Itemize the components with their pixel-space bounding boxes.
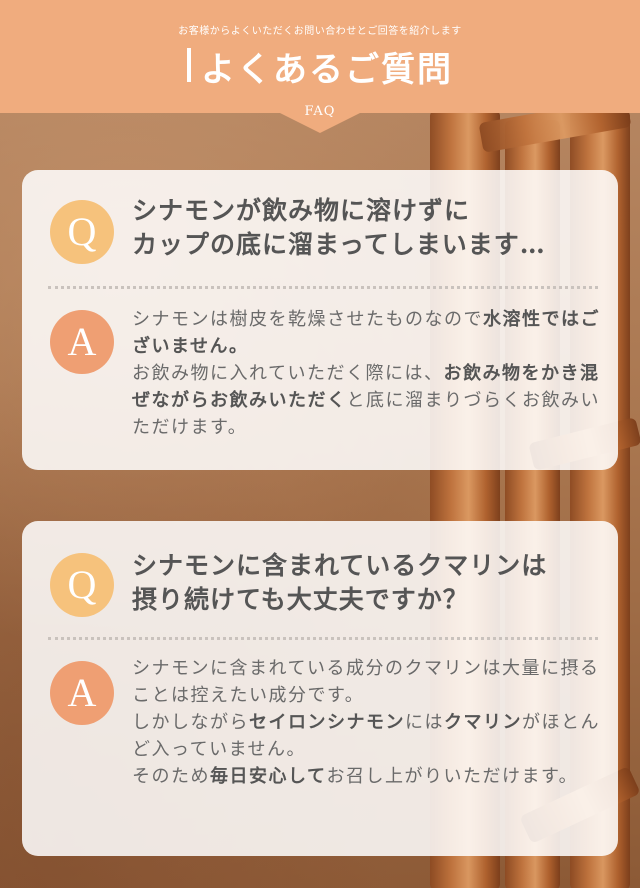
question-line: カップの底に溜まってしまいます… bbox=[132, 230, 546, 259]
answer-segment: そのため bbox=[132, 766, 210, 787]
dotted-divider bbox=[48, 286, 598, 289]
answer-mark-icon: A bbox=[50, 310, 114, 374]
answer-highlight: セイロンシナモン bbox=[249, 712, 405, 733]
answer-segment: お召し上がりいただけます。 bbox=[326, 766, 579, 787]
answer-highlight: 水溶性 bbox=[483, 309, 542, 330]
answer-segment: お飲み物に入れていただく際には、 bbox=[132, 363, 444, 384]
answer-text: シナモンは樹皮を乾燥させたものなので水溶性ではございません。 お飲み物に入れていた… bbox=[132, 306, 602, 441]
answer-segment: シナモンは樹皮を乾燥させたものなので bbox=[132, 309, 483, 330]
question-line: 摂り続けても大丈夫ですか？ bbox=[132, 585, 469, 614]
header-title-wrap: よくあるご質問 bbox=[0, 42, 640, 91]
question-line: シナモンが飲み物に溶けずに bbox=[132, 196, 471, 225]
question-text: シナモンに含まれているクマリンは 摂り続けても大丈夫ですか？ bbox=[132, 549, 602, 617]
dotted-divider bbox=[48, 637, 598, 640]
answer-highlight: 毎日安心して bbox=[210, 766, 327, 787]
faq-card-2: Q シナモンに含まれているクマリンは 摂り続けても大丈夫ですか？ A シナモンに… bbox=[22, 521, 618, 856]
answer-segment: しかしながら bbox=[132, 712, 249, 733]
answer-highlight: クマリン bbox=[444, 712, 522, 733]
page-title-text: よくあるご質問 bbox=[201, 50, 453, 90]
question-mark-icon: Q bbox=[50, 553, 114, 617]
title-accent-bar bbox=[187, 48, 191, 82]
question-mark-icon: Q bbox=[50, 200, 114, 264]
answer-segment: シナモンに含まれている成分のクマリンは大量に摂ることは控えたい成分です。 bbox=[132, 658, 600, 706]
header-faq-label: FAQ bbox=[304, 104, 336, 119]
answer-mark-icon: A bbox=[50, 661, 114, 725]
page-title: よくあるご質問 bbox=[187, 42, 453, 91]
faq-card-1: Q シナモンが飲み物に溶けずに カップの底に溜まってしまいます… A シナモンは… bbox=[22, 170, 618, 470]
header-subtitle: お客様からよくいただくお問い合わせとご回答を紹介します bbox=[178, 26, 462, 37]
answer-text: シナモンに含まれている成分のクマリンは大量に摂ることは控えたい成分です。しかしな… bbox=[132, 655, 602, 790]
question-line: シナモンに含まれているクマリンは bbox=[132, 551, 548, 580]
answer-segment: には bbox=[405, 712, 444, 733]
question-text: シナモンが飲み物に溶けずに カップの底に溜まってしまいます… bbox=[132, 194, 602, 262]
